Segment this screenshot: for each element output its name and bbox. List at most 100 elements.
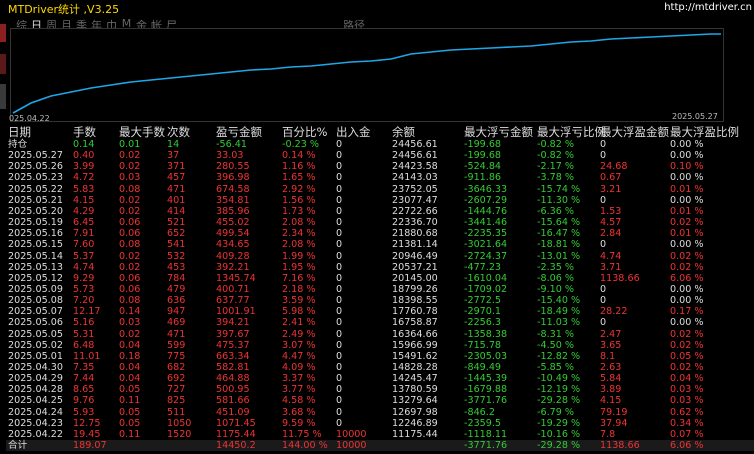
cell-4: 451.09 [216, 406, 250, 418]
cell-2: 0.02 [119, 328, 141, 340]
cell-7: 22336.70 [392, 217, 438, 229]
cell-0: 2025.04.22 [8, 428, 63, 440]
cell-10: 1.53 [600, 205, 622, 217]
cell-1: 8.65 [73, 384, 95, 396]
cell-6: 0 [336, 328, 343, 340]
cell-4: 499.54 [216, 228, 250, 240]
table-row: 2025.05.20 4.29 0.02 414 385.96 1.73 % 0 22722.… [6, 206, 754, 217]
cell-1: 7.44 [73, 373, 95, 385]
cell-2: 0.02 [119, 261, 141, 273]
cell-3: 727 [167, 384, 186, 396]
cell-4: 1175.44 [216, 428, 256, 440]
cell-3: 14 [167, 139, 180, 150]
cell-8: -846.2 [464, 406, 495, 418]
cell-6: 0 [336, 139, 343, 150]
cell-6: 0 [336, 161, 343, 173]
cell-8: -2235.35 [464, 228, 508, 240]
header-8: 最大浮亏金额 [464, 125, 533, 139]
cell-3: 775 [167, 350, 186, 362]
balance-line-svg [12, 33, 721, 114]
cell-11: 0.07 % [670, 428, 704, 440]
cell-0: 2025.05.14 [8, 250, 63, 262]
cell-6: 0 [336, 306, 343, 318]
cell-9: -12.19 % [537, 384, 581, 396]
cell-5: 3.77 % [282, 384, 316, 396]
cell-2: 0.06 [119, 272, 141, 284]
cell-9: -19.29 % [537, 417, 581, 429]
cell-7: 22722.66 [392, 205, 438, 217]
cell-0: 2025.05.16 [8, 228, 63, 240]
cell-4: 14450.2 [216, 440, 256, 452]
cell-8: -2305.03 [464, 350, 508, 362]
cell-1: 19.45 [73, 428, 101, 440]
cell-11: 6.06 % [670, 440, 704, 452]
cell-2: 0.11 [119, 395, 141, 407]
cell-6: 0 [336, 317, 343, 329]
cell-11: 6.06 % [670, 272, 704, 284]
cell-10: 24.68 [600, 161, 628, 173]
cell-3: 471 [167, 328, 186, 340]
cell-5: 2.34 % [282, 228, 316, 240]
cell-3: 521 [167, 217, 186, 229]
cell-2: 0.05 [119, 406, 141, 418]
cell-9: -5.85 % [537, 362, 574, 373]
cell-4: 434.65 [216, 239, 250, 251]
cell-0: 2025.05.22 [8, 183, 63, 195]
cell-9: -2.35 % [537, 261, 574, 273]
cell-0: 合计 [8, 440, 28, 452]
cell-1: 7.35 [73, 362, 95, 373]
cell-10: 3.71 [600, 261, 622, 273]
balance-line [12, 33, 721, 114]
cell-4: 33.03 [216, 150, 244, 162]
cell-8: -1610.04 [464, 272, 508, 284]
cell-5: 1.16 % [282, 161, 316, 173]
cell-7: 15966.99 [392, 339, 438, 351]
cell-7: 14828.28 [392, 362, 438, 373]
cell-0: 2025.05.06 [8, 317, 63, 329]
cell-5: 3.59 % [282, 295, 316, 307]
cell-2: 0.04 [119, 339, 141, 351]
cell-9: -16.47 % [537, 228, 581, 240]
cell-7: 23077.47 [392, 194, 438, 206]
cell-5: 1.73 % [282, 205, 316, 217]
cell-2: 0.02 [119, 161, 141, 173]
table-row: 2025.05.07 12.17 0.14 947 1001.91 5.98 % 0 1776… [6, 306, 754, 317]
cell-1: 6.45 [73, 217, 95, 229]
cell-4: 582.81 [216, 362, 250, 373]
cell-7: 12246.89 [392, 417, 438, 429]
cell-8: -1445.39 [464, 373, 508, 385]
cell-3: 599 [167, 339, 186, 351]
cell-9: -29.28 % [537, 395, 581, 407]
cell-6: 0 [336, 395, 343, 407]
cell-8: -524.84 [464, 161, 502, 173]
cell-3: 825 [167, 395, 186, 407]
cell-9: -3.78 % [537, 172, 574, 184]
cell-9: -8.31 % [537, 328, 574, 340]
cell-0: 2025.05.09 [8, 283, 63, 295]
table-row: 2025.05.23 4.72 0.03 457 396.98 1.65 % 0 24143.… [6, 172, 754, 183]
cell-1: 7.20 [73, 295, 95, 307]
cell-3: 401 [167, 194, 186, 206]
cell-4: 394.21 [216, 317, 250, 329]
cell-7: 18398.55 [392, 295, 438, 307]
cell-4: 397.67 [216, 328, 250, 340]
cell-5: 7.16 % [282, 272, 316, 284]
cell-6: 0 [336, 406, 343, 418]
site-url-link[interactable]: http://mtdriver.cn [664, 2, 752, 13]
cell-1: 5.83 [73, 183, 95, 195]
cell-5: 2.92 % [282, 183, 316, 195]
cell-6: 0 [336, 373, 343, 385]
table-row: 2025.05.15 7.60 0.08 541 434.65 2.08 % 0 21381.… [6, 239, 754, 250]
cell-11: 0.34 % [670, 417, 704, 429]
table-row: 2025.05.12 9.29 0.06 784 1345.74 7.16 % 0 20145… [6, 273, 754, 284]
cell-3: 511 [167, 406, 186, 418]
cell-8: -477.23 [464, 261, 502, 273]
cell-2: 0.11 [119, 428, 141, 440]
cell-8: -199.68 [464, 139, 502, 150]
table-row: 2025.05.13 4.74 0.02 453 392.21 1.95 % 0 20537.… [6, 262, 754, 273]
cell-2: 0.03 [119, 317, 141, 329]
cell-5: 1.95 % [282, 261, 316, 273]
cell-4: 637.77 [216, 295, 250, 307]
cell-0: 2025.05.15 [8, 239, 63, 251]
cell-11: 0.00 % [670, 295, 704, 307]
